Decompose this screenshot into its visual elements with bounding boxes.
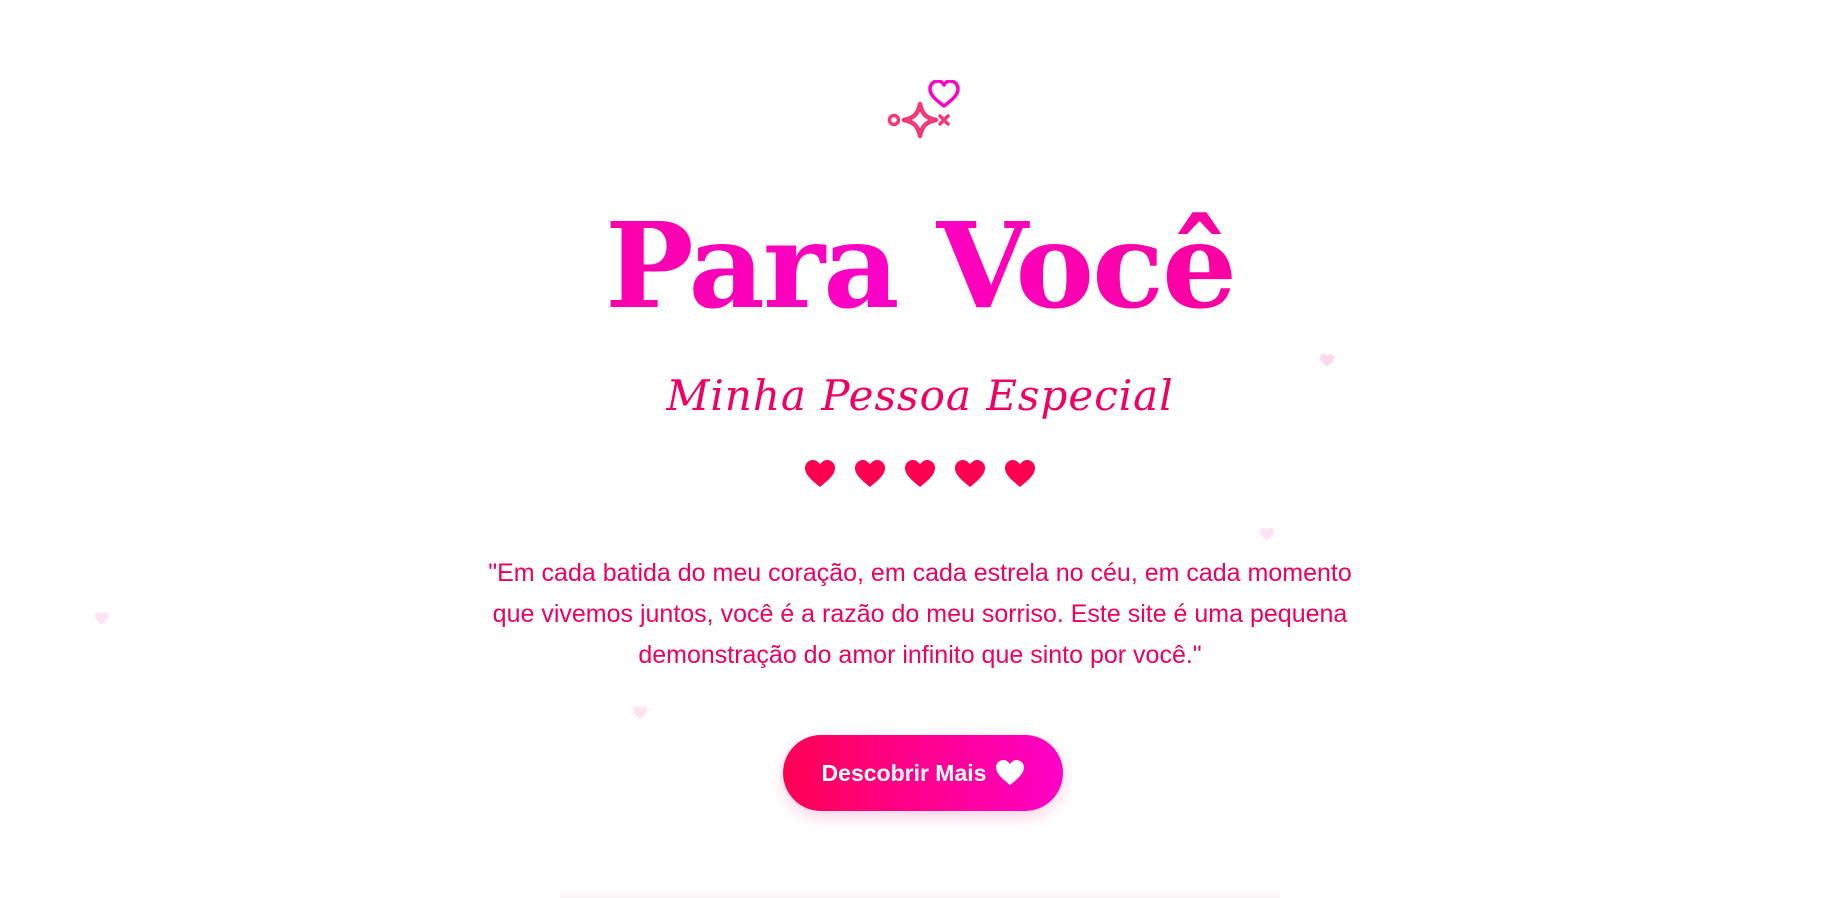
heart-icon	[1005, 460, 1035, 487]
sparkle-heart-icon	[887, 80, 960, 139]
floating-heart-icon	[1320, 354, 1334, 367]
discover-more-label: Descobrir Mais	[821, 759, 987, 786]
next-section-edge	[560, 888, 1280, 898]
heart-icon	[805, 460, 835, 487]
love-quote: "Em cada batida do meu coração, em cada …	[488, 559, 1352, 669]
heart-icon	[855, 460, 885, 487]
floating-heart-icon	[633, 706, 647, 719]
floating-heart-icon	[95, 612, 109, 625]
landing-page: Para Você Minha Pessoa Especial "Em cada…	[0, 0, 1840, 898]
hearts-row	[0, 460, 1840, 488]
page-subtitle: Minha Pessoa Especial	[666, 371, 1174, 420]
heart-icon	[955, 460, 985, 487]
page-title: Para Você	[0, 196, 1840, 336]
floating-heart-icon	[1260, 528, 1274, 541]
discover-more-button[interactable]: Descobrir Mais	[783, 735, 1063, 811]
heart-icon	[996, 760, 1025, 786]
heart-icon	[905, 460, 935, 487]
